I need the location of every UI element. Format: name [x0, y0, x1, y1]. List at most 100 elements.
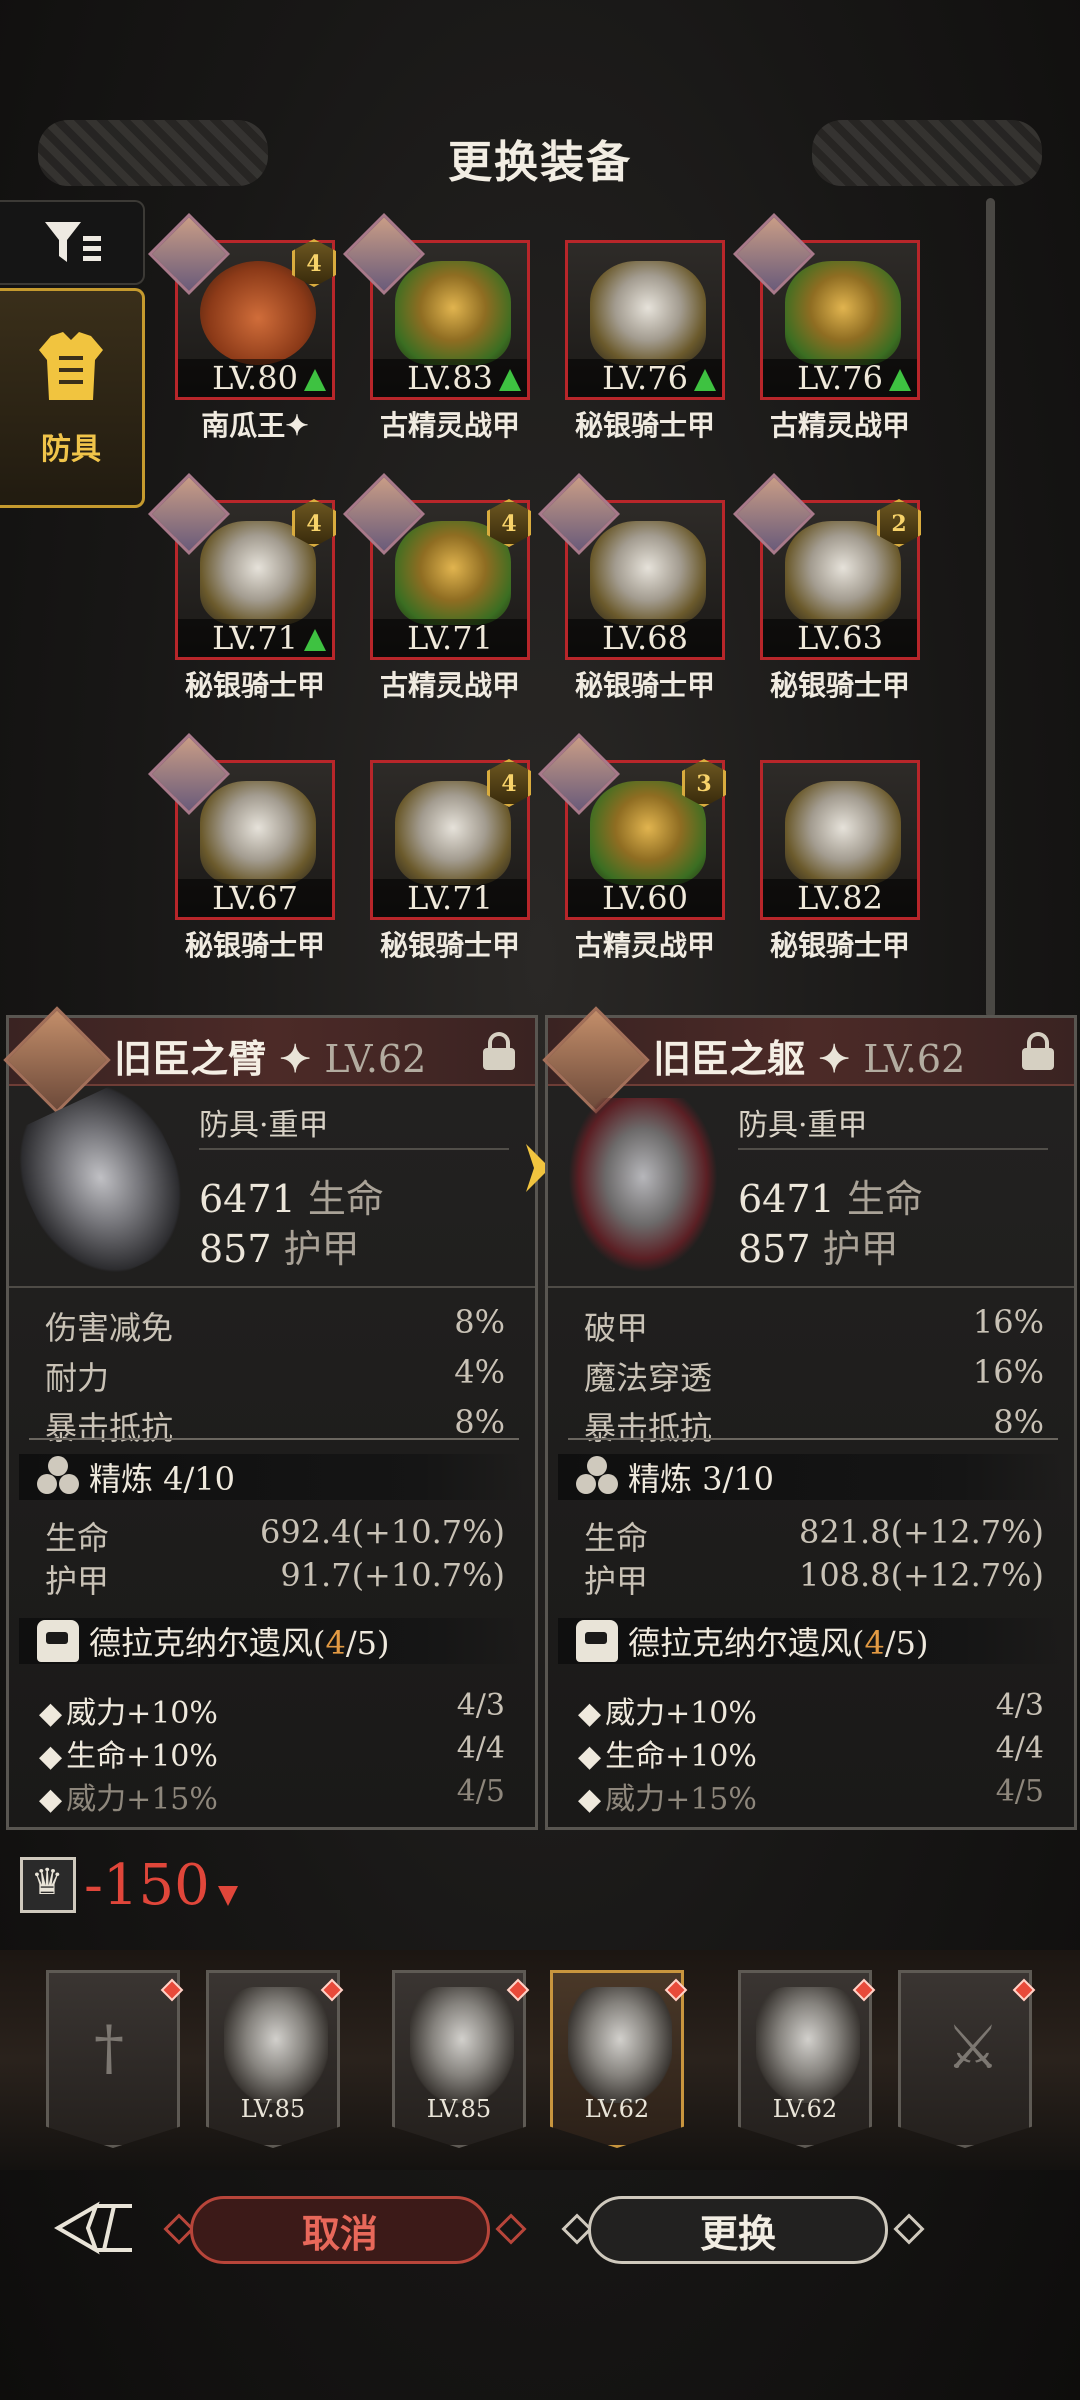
- armor-item[interactable]: LV.83 古精灵战甲: [342, 212, 530, 444]
- silver-armor-icon: [590, 261, 706, 365]
- item-name-text: 秘银骑士甲: [574, 669, 715, 702]
- armor-item-slot[interactable]: 4 LV.71: [370, 759, 531, 920]
- armor-item[interactable]: 3 LV.60 古精灵战甲: [537, 732, 726, 964]
- armor-item[interactable]: 4 LV.80 南瓜王✦: [147, 212, 336, 444]
- armor-item-slot[interactable]: 4 LV.71: [147, 472, 336, 660]
- sub-stat-row: 耐力 4%: [45, 1353, 505, 1399]
- main-stat-hp: 6471 生命: [199, 1168, 384, 1223]
- set-total: /5): [884, 1624, 929, 1662]
- upgrade-arrow-icon: [304, 629, 326, 651]
- main-stat-hp: 6471 生命: [738, 1168, 923, 1223]
- equipment-type: 防具·重甲: [738, 1108, 868, 1143]
- refine-stat-value: 91.7(+10.7%): [280, 1556, 505, 1594]
- armor-item-slot[interactable]: LV.68: [537, 472, 725, 660]
- bullet-diamond-icon: ◆: [39, 1782, 63, 1817]
- sub-stat-value: 16%: [972, 1353, 1044, 1391]
- item-name-text: 南瓜王: [201, 409, 286, 442]
- item-name-text: 秘银骑士甲: [574, 409, 715, 442]
- equipped-slot-frame[interactable]: LV.85: [206, 1970, 340, 2148]
- armor-item-slot[interactable]: LV.76: [565, 240, 725, 400]
- equipped-slot-frame[interactable]: LV.62: [738, 1970, 872, 2148]
- refine-stat-value: 821.8(+12.7%): [798, 1513, 1044, 1551]
- equipped-slot[interactable]: LV.62: [550, 1970, 690, 2160]
- item-name: 古精灵战甲: [350, 404, 550, 444]
- equipped-slot-frame[interactable]: ⚔: [898, 1970, 1032, 2148]
- equipped-slot-frame[interactable]: †: [46, 1970, 180, 2148]
- equipped-slot-frame[interactable]: LV.85: [392, 1970, 526, 2148]
- swap-right-ornament: [893, 2213, 925, 2245]
- set-bonus-row: ◆ 威力+10% 4/3: [39, 1688, 505, 1732]
- item-level: LV.82: [763, 879, 917, 917]
- armor-item[interactable]: LV.76 古精灵战甲: [732, 212, 920, 444]
- power-change: -150: [20, 1850, 238, 1920]
- set-helmet-icon: [576, 1620, 618, 1662]
- cancel-button[interactable]: 取消: [190, 2196, 490, 2264]
- item-name-text: 秘银骑士甲: [769, 669, 910, 702]
- armor-item-slot[interactable]: LV.76: [732, 212, 920, 400]
- set-bonus-name: 威力+15%: [66, 1782, 218, 1817]
- armor-icon: [756, 1987, 860, 2103]
- set-bonus-progress: 4/4: [995, 1731, 1044, 1766]
- armor-item-slot[interactable]: 4 LV.71: [342, 472, 531, 660]
- refine-label: 精炼 4/10: [89, 1460, 236, 1498]
- equipped-slot[interactable]: LV.85: [206, 1970, 346, 2160]
- sub-stat-name: 暴击抵抗: [584, 1409, 713, 1447]
- equipped-slot[interactable]: LV.85: [392, 1970, 532, 2160]
- equipment-name: 旧臣之躯: [653, 1036, 806, 1081]
- equipped-slot[interactable]: †: [46, 1970, 186, 2160]
- armor-item-slot[interactable]: LV.82: [760, 760, 920, 920]
- sub-stat-row: 破甲 16%: [584, 1303, 1044, 1349]
- equipped-level: LV.62: [584, 2095, 650, 2123]
- filter-button[interactable]: [0, 200, 145, 285]
- item-name-text: 古精灵战甲: [379, 669, 520, 702]
- tab-armor[interactable]: 防具: [0, 288, 145, 508]
- armor-item[interactable]: 2 LV.63 秘银骑士甲: [732, 472, 921, 704]
- armor-item[interactable]: 4 LV.71 古精灵战甲: [342, 472, 531, 704]
- silver-armor-icon: [590, 521, 706, 625]
- armor-item-slot[interactable]: LV.67: [147, 732, 335, 920]
- armor-item-slot[interactable]: LV.83: [342, 212, 530, 400]
- armor-item[interactable]: LV.82 秘银骑士甲: [760, 760, 920, 964]
- lock-icon[interactable]: [1020, 1032, 1056, 1070]
- set-name-text: 德拉克纳尔遗风(: [89, 1624, 326, 1662]
- divider: [199, 1148, 509, 1150]
- swap-button[interactable]: 更换: [588, 2196, 888, 2264]
- item-name-text: 古精灵战甲: [769, 409, 910, 442]
- refine-stat-row: 护甲 91.7(+10.7%): [45, 1556, 505, 1602]
- set-have-count: 4: [325, 1624, 346, 1662]
- armor-item-slot[interactable]: 4 LV.80: [147, 212, 336, 400]
- item-name: 秘银骑士甲: [545, 664, 745, 704]
- back-arrow-icon[interactable]: [54, 2200, 138, 2256]
- set-name-text: 德拉克纳尔遗风(: [628, 1624, 865, 1662]
- helmet-icon: [410, 1987, 514, 2103]
- refine-stat-row: 生命 692.4(+10.7%): [45, 1513, 505, 1559]
- sub-stat-row: 伤害减免 8%: [45, 1303, 505, 1349]
- equipment-name: 旧臣之臂: [114, 1036, 267, 1081]
- armor-item[interactable]: LV.76 秘银骑士甲: [565, 240, 725, 444]
- armor-item[interactable]: LV.68 秘银骑士甲: [537, 472, 725, 704]
- equipped-slot[interactable]: LV.62: [738, 1970, 878, 2160]
- equipped-items-bar: † LV.85 LV.85 LV.62 LV.62 ⚔: [0, 1950, 1080, 2170]
- armor-item[interactable]: 4 LV.71 秘银骑士甲: [147, 472, 336, 704]
- list-scrollbar[interactable]: [986, 198, 995, 1018]
- set-bonus-progress: 4/3: [456, 1688, 505, 1723]
- power-change-value: -150: [84, 1852, 210, 1918]
- set-bonus-row: ◆ 威力+10% 4/3: [578, 1688, 1044, 1732]
- item-level: LV.71: [373, 879, 527, 917]
- equipped-slot-frame[interactable]: LV.62: [550, 1970, 684, 2148]
- set-bonus-row: ◆ 威力+15% 4/5: [39, 1774, 505, 1818]
- refine-stat-value: 692.4(+10.7%): [259, 1513, 505, 1551]
- armor-item-slot[interactable]: 3 LV.60: [537, 732, 726, 920]
- equipped-slot[interactable]: ⚔: [898, 1970, 1038, 2160]
- item-level: LV.67: [178, 879, 332, 917]
- set-total: /5): [345, 1624, 390, 1662]
- divider: [738, 1148, 1048, 1150]
- armor-item[interactable]: LV.67 秘银骑士甲: [147, 732, 335, 964]
- item-name-text: 秘银骑士甲: [184, 929, 325, 962]
- equipped-level: LV.85: [240, 2095, 306, 2123]
- lock-icon[interactable]: [481, 1032, 517, 1070]
- elf-armor-icon: [785, 261, 901, 365]
- armor-item-slot[interactable]: 2 LV.63: [732, 472, 921, 660]
- armor-item[interactable]: 4 LV.71 秘银骑士甲: [370, 759, 531, 964]
- set-have-count: 4: [864, 1624, 885, 1662]
